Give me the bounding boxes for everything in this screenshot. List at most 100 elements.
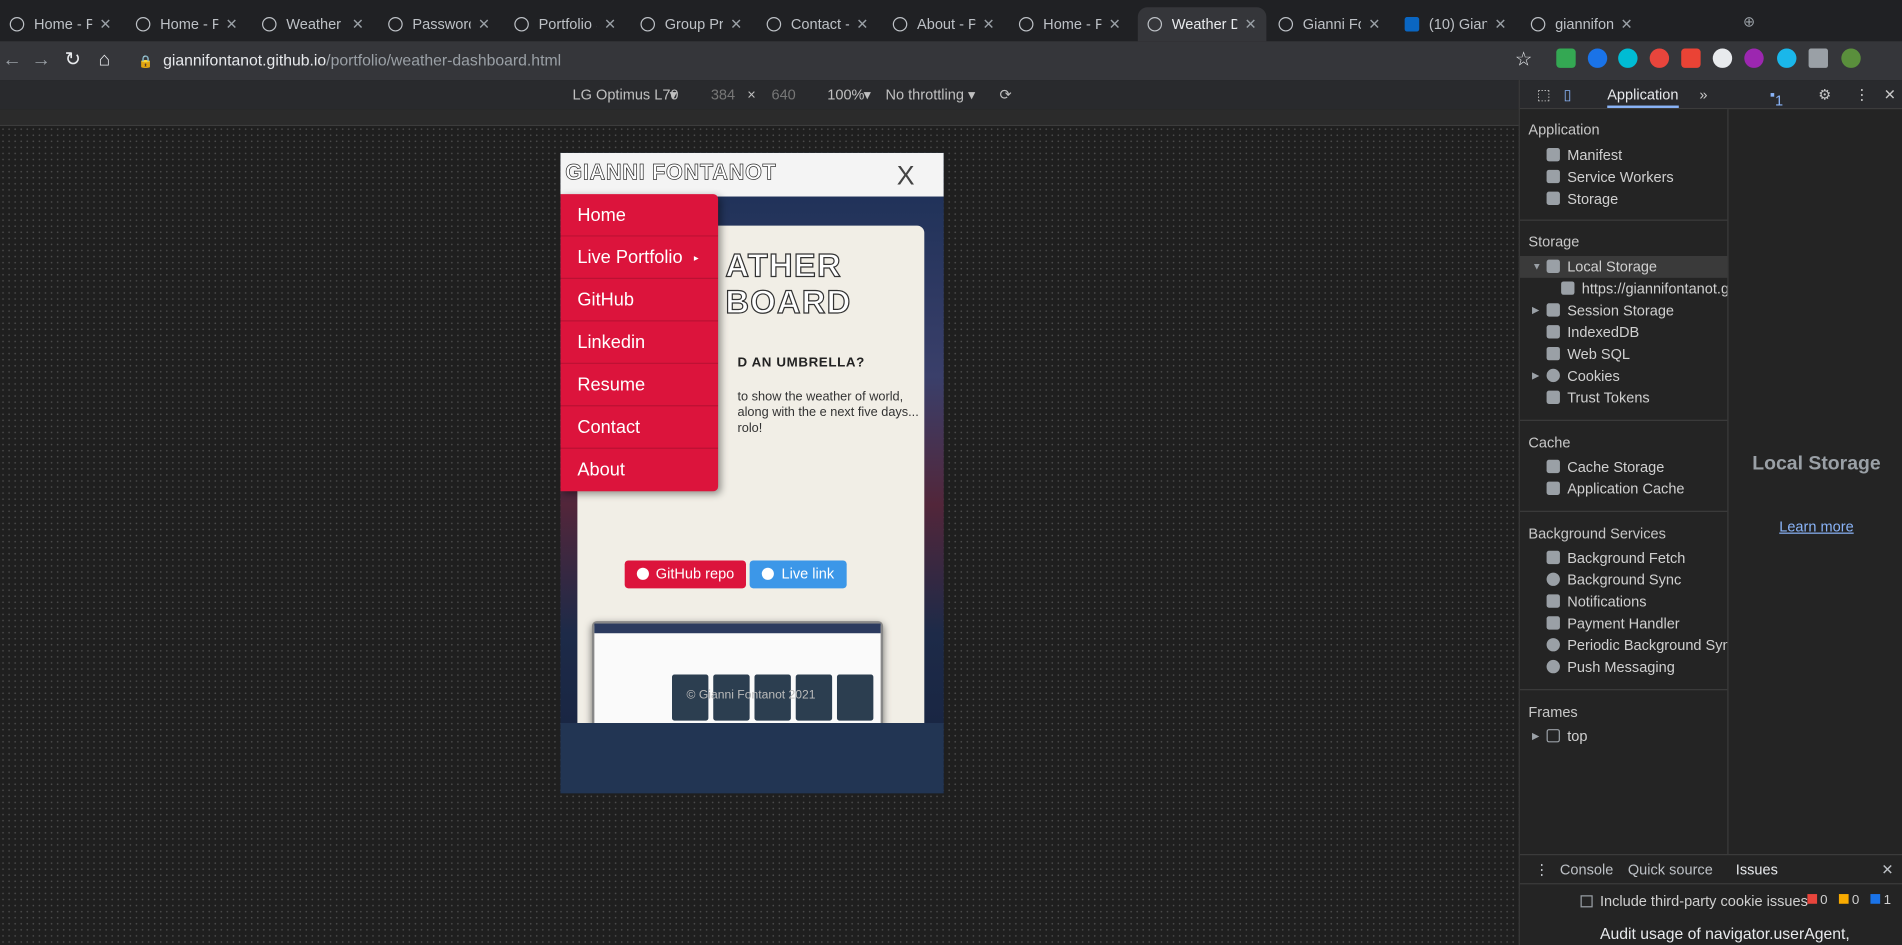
close-tab-icon[interactable]: ✕: [856, 16, 868, 33]
tab-9[interactable]: Home - Port✕: [1009, 7, 1130, 41]
width-input[interactable]: 384: [711, 86, 735, 103]
more-tabs-icon[interactable]: »: [1699, 86, 1707, 103]
close-tab-icon[interactable]: ✕: [1620, 16, 1632, 33]
new-tab-icon[interactable]: ⊕: [1737, 10, 1761, 34]
device-toggle-icon[interactable]: ▯: [1564, 86, 1572, 103]
checkbox-box[interactable]: [1580, 895, 1593, 908]
extension-icon[interactable]: [1712, 48, 1733, 68]
tree-item-local-storage[interactable]: ▼ Local Storage: [1519, 255, 1728, 278]
third-party-cookie-checkbox[interactable]: Include third-party cookie issues: [1580, 893, 1808, 910]
close-tab-icon[interactable]: ✕: [730, 16, 742, 33]
tree-item-origin[interactable]: https://giannifontanot.git: [1561, 278, 1727, 300]
inspect-icon[interactable]: ⬚: [1537, 86, 1551, 103]
close-tab-icon[interactable]: ✕: [604, 16, 616, 33]
close-tab-icon[interactable]: ✕: [226, 16, 238, 33]
tab-strip: Home - Port✕ Home - Port✕ Weather Da✕ Pa…: [0, 0, 1902, 42]
close-tab-icon[interactable]: ✕: [478, 16, 490, 33]
drawer-tab-quick-source[interactable]: Quick source: [1628, 861, 1713, 878]
tree-item-web-sql[interactable]: Web SQL: [1546, 343, 1630, 365]
tree-item-trust-tokens[interactable]: Trust Tokens: [1546, 387, 1650, 409]
vimeo-icon[interactable]: [1777, 48, 1797, 68]
zoom-select[interactable]: 100%: [827, 86, 864, 103]
drawer-tab-console[interactable]: Console: [1560, 861, 1613, 878]
tree-item-service-workers[interactable]: Service Workers: [1546, 166, 1674, 188]
close-tab-icon[interactable]: ✕: [1494, 16, 1506, 33]
tab-5[interactable]: Portfolio Sit✕: [505, 7, 626, 41]
close-tab-icon[interactable]: ✕: [1368, 16, 1380, 33]
tree-item-cookies[interactable]: ▶ Cookies: [1532, 365, 1620, 387]
tree-item-top-frame[interactable]: ▶ top: [1532, 725, 1587, 747]
close-menu-icon[interactable]: X: [897, 160, 915, 192]
menu-item-contact[interactable]: Contact: [560, 406, 719, 449]
tab-10-active[interactable]: Weather Da✕: [1137, 7, 1267, 42]
menu-item-resume[interactable]: Resume: [560, 364, 719, 407]
tab-application[interactable]: Application: [1607, 86, 1679, 108]
close-devtools-icon[interactable]: ✕: [1884, 86, 1896, 103]
tab-8[interactable]: About - Por✕: [883, 7, 1004, 41]
puzzle-icon[interactable]: [1808, 48, 1828, 68]
menu-item-live-portfolio[interactable]: Live Portfolio ▸: [560, 237, 719, 280]
tab-12[interactable]: (10) Gianni I✕: [1395, 7, 1516, 41]
reload-icon[interactable]: ↻: [61, 49, 85, 73]
throttling-select[interactable]: No throttling: [885, 86, 963, 103]
menu-item-github[interactable]: GitHub: [560, 279, 719, 322]
extension-icon[interactable]: [1556, 48, 1576, 68]
extension-icon[interactable]: [1649, 48, 1670, 68]
tab-1[interactable]: Home - Port✕: [0, 7, 121, 41]
tree-item-manifest[interactable]: Manifest: [1546, 144, 1622, 166]
tab-2[interactable]: Home - Port✕: [126, 7, 247, 41]
tree-item-background-fetch[interactable]: Background Fetch: [1546, 547, 1685, 569]
chevron-down-icon: ▾: [669, 86, 677, 104]
drawer-menu-icon[interactable]: ⋮: [1534, 861, 1549, 878]
project-title: ATHER BOARD: [725, 247, 852, 321]
device-select[interactable]: LG Optimus L70: [573, 86, 679, 103]
tree-item-payment-handler[interactable]: Payment Handler: [1546, 613, 1680, 635]
close-tab-icon[interactable]: ✕: [1109, 16, 1121, 33]
close-tab-icon[interactable]: ✕: [982, 16, 994, 33]
drawer-tab-issues[interactable]: Issues: [1736, 861, 1778, 878]
learn-more-link[interactable]: Learn more: [1730, 518, 1902, 535]
gear-icon[interactable]: ⚙: [1818, 86, 1831, 103]
rotate-icon[interactable]: ⟳: [1000, 86, 1012, 103]
extension-icon[interactable]: [1618, 48, 1638, 68]
tree-item-storage[interactable]: Storage: [1546, 188, 1618, 210]
tab-4[interactable]: Password G✕: [378, 7, 499, 41]
close-tab-icon[interactable]: ✕: [1244, 16, 1256, 33]
tab-6[interactable]: Group Proje✕: [631, 7, 752, 41]
github-repo-button[interactable]: GitHub repo: [624, 560, 746, 589]
avatar[interactable]: [1841, 48, 1861, 68]
live-link-button[interactable]: Live link: [749, 560, 847, 589]
device-viewport: ATHER BOARD D AN UMBRELLA? to show the w…: [560, 152, 944, 794]
close-tab-icon[interactable]: ✕: [99, 16, 111, 33]
issues-badge[interactable]: ▪ 1: [1770, 86, 1783, 109]
back-icon[interactable]: ←: [0, 49, 24, 73]
forward-icon[interactable]: →: [29, 49, 53, 73]
menu-item-about[interactable]: About: [560, 449, 718, 491]
tab-7[interactable]: Contact - Pc✕: [757, 7, 878, 41]
close-drawer-icon[interactable]: ✕: [1881, 861, 1893, 878]
tree-item-background-sync[interactable]: Background Sync: [1546, 569, 1681, 591]
extension-icon[interactable]: [1587, 48, 1608, 68]
home-icon[interactable]: ⌂: [92, 49, 116, 73]
tab-3[interactable]: Weather Da✕: [252, 7, 373, 41]
tree-item-periodic-background-sync[interactable]: Periodic Background Sync: [1546, 634, 1727, 656]
menu-item-linkedin[interactable]: Linkedin: [560, 321, 719, 364]
bookmark-star-icon[interactable]: ☆: [1511, 49, 1535, 73]
height-input[interactable]: 640: [771, 86, 795, 103]
tab-13[interactable]: giannifontar✕: [1521, 7, 1642, 41]
site-brand[interactable]: GIANNI FONTANOT: [565, 160, 776, 185]
tree-item-indexeddb[interactable]: IndexedDB: [1546, 321, 1639, 343]
tab-11[interactable]: Gianni Font✕: [1269, 7, 1390, 41]
tree-item-application-cache[interactable]: Application Cache: [1546, 478, 1685, 500]
address-bar[interactable]: 🔒 giannifontanot.github.io/portfolio/weat…: [126, 46, 1538, 75]
issue-audit-text[interactable]: Audit usage of navigator.userAgent,: [1600, 924, 1850, 942]
tree-item-push-messaging[interactable]: Push Messaging: [1546, 656, 1675, 678]
tree-item-cache-storage[interactable]: Cache Storage: [1546, 456, 1664, 478]
tree-item-session-storage[interactable]: ▶ Session Storage: [1532, 300, 1674, 322]
extension-icon[interactable]: [1744, 48, 1764, 68]
extension-icon[interactable]: [1681, 48, 1701, 68]
menu-item-home[interactable]: Home: [560, 194, 719, 237]
kebab-menu-icon[interactable]: ⋮: [1855, 86, 1870, 103]
tree-item-notifications[interactable]: Notifications: [1546, 591, 1646, 613]
close-tab-icon[interactable]: ✕: [352, 16, 364, 33]
